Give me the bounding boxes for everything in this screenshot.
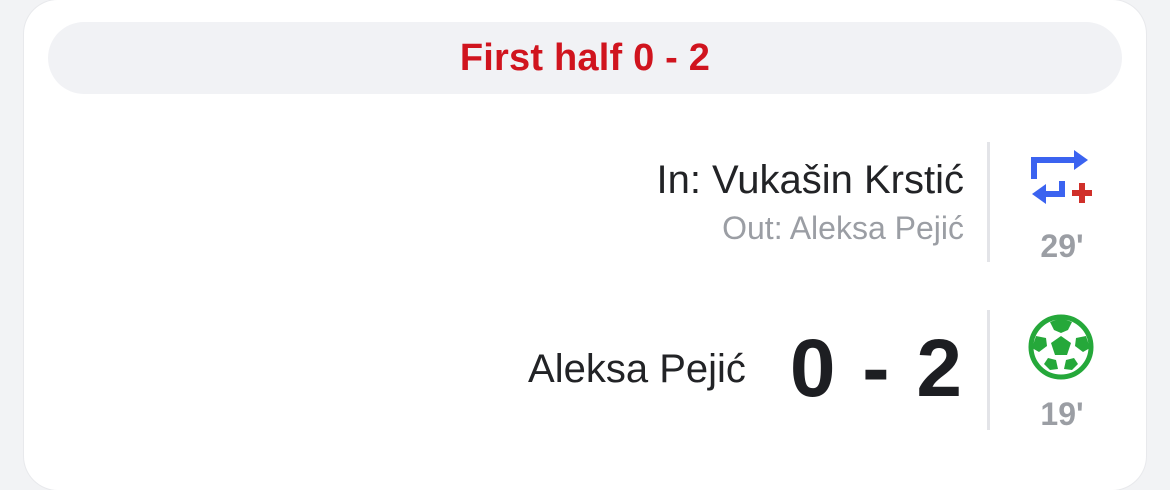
substitution-arrows-icon — [1028, 146, 1094, 212]
goal-score: 0 - 2 — [789, 323, 964, 414]
goal-event[interactable]: Aleksa Pejić 0 - 2 19' — [24, 310, 1146, 432]
football-icon — [1028, 314, 1094, 380]
event-icon-column: 19' — [1020, 310, 1104, 432]
goal-row: Aleksa Pejić 0 - 2 — [528, 322, 964, 416]
event-divider — [987, 310, 990, 430]
match-events-card: First half 0 - 2 In: Vukašin Krstić Out:… — [24, 0, 1146, 490]
event-divider — [987, 142, 990, 262]
player-in-label: In: Vukašin Krstić — [656, 158, 964, 202]
substitution-event[interactable]: In: Vukašin Krstić Out: Aleksa Pejić 29' — [24, 142, 1146, 264]
event-icon-column: 29' — [1020, 142, 1104, 264]
event-minute: 29' — [1040, 228, 1084, 264]
goal-scorer: Aleksa Pejić — [528, 346, 746, 391]
half-title: First half 0 - 2 — [459, 36, 711, 79]
first-half-header: First half 0 - 2 — [48, 22, 1122, 94]
player-out-label: Out: Aleksa Pejić — [722, 210, 964, 246]
event-minute: 19' — [1040, 396, 1084, 432]
